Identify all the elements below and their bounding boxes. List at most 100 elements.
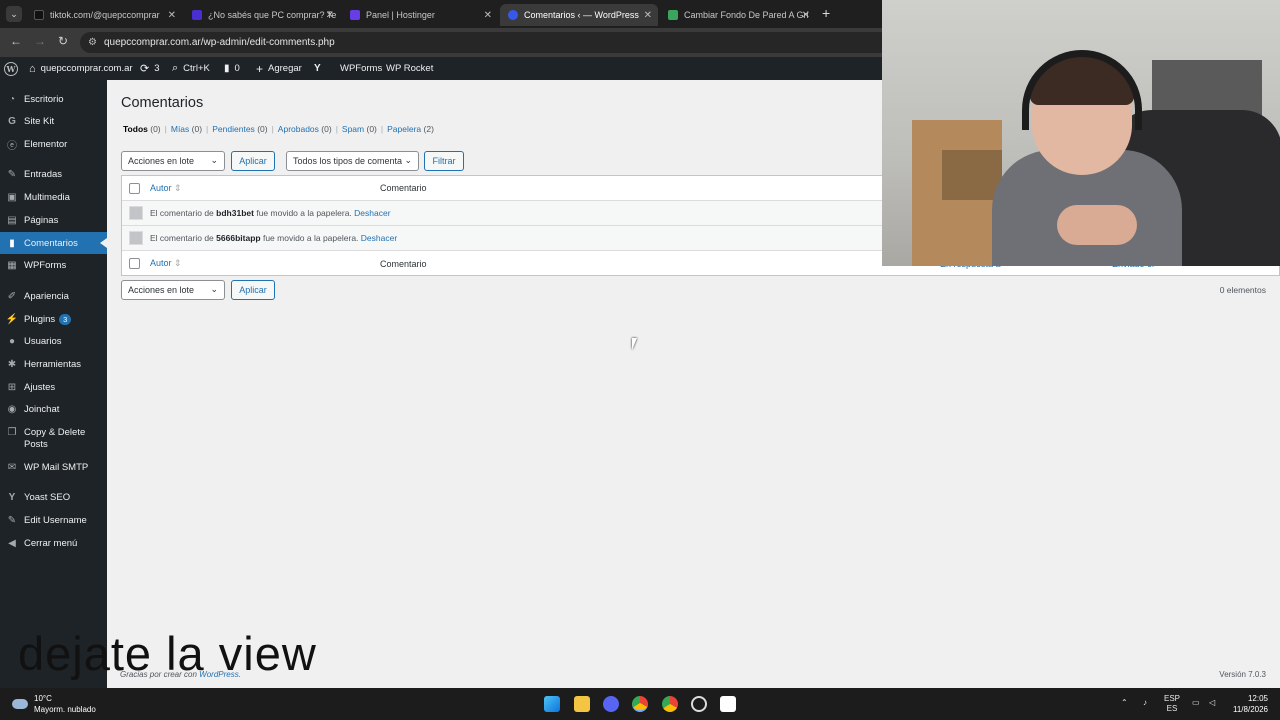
sidebar-item-label: Edit Username [24,514,87,526]
chrome-profile-icon[interactable] [662,696,678,712]
filter-todos[interactable]: Todos (0) [123,124,161,134]
filter-button[interactable]: Filtrar [424,151,464,171]
bulk-action-select-bottom[interactable]: Acciones en lote ⌄ [121,280,225,300]
wpforms-menu[interactable]: WPForms [340,57,382,80]
close-icon[interactable]: ✕ [644,10,652,21]
windows-start-icon[interactable] [544,696,560,712]
tab-hostinger[interactable]: Panel | Hostinger ✕ [342,4,498,26]
tab-search-button[interactable]: ⌄ [6,6,22,22]
tab-quiz[interactable]: ¿No sabés que PC comprar? Te ✕ [184,4,340,26]
wrench-icon: ✱ [7,358,17,370]
tab-label: Panel | Hostinger [366,10,435,20]
hostinger-icon [350,10,360,20]
column-author-sort-bottom[interactable]: Autor ⇕ [150,258,182,269]
sidebar-item-wpmailsmtp[interactable]: ✉ WP Mail SMTP [0,456,107,478]
command-search[interactable]: ⌕ Ctrl+K [172,57,210,80]
filter-label: Spam [341,124,365,134]
sidebar-item-multimedia[interactable]: ▣ Multimedia [0,186,107,208]
undo-link[interactable]: Deshacer [354,208,390,218]
sidebar-item-elementor[interactable]: ⓔ Elementor [0,133,107,155]
chevron-down-icon: ⌄ [210,155,218,165]
site-icon [192,10,202,20]
forward-arrow-icon[interactable]: → [34,34,46,48]
sidebar-item-joinchat[interactable]: ◉ Joinchat [0,398,107,420]
items-count: 0 elementos [1219,285,1266,295]
headset-icon [1022,50,1142,130]
filter-papelera[interactable]: Papelera (2) [387,124,434,134]
app-icon[interactable] [691,696,707,712]
discord-icon[interactable] [603,696,619,712]
updates-icon: ⟳ [140,63,150,75]
new-tab-button[interactable]: + [822,5,830,21]
network-icon[interactable]: ▭ [1192,698,1200,708]
comment-author: 5666bitapp [216,233,261,243]
lang-primary: ESP [1164,694,1181,703]
page-title: Comentarios [121,95,204,111]
comment-author: bdh31bet [216,208,254,218]
sidebar-item-wpforms[interactable]: ▦ WPForms [0,254,107,276]
close-icon[interactable]: ✕ [484,10,492,21]
column-author-sort[interactable]: Autor ⇕ [150,183,182,194]
sidebar-item-entradas[interactable]: ✎ Entradas [0,163,107,185]
admin-sidebar: ◔ Escritorio G Site Kit ⓔ Elementor ✎ Entrad… [0,80,107,688]
filter-count: (2) [423,124,434,134]
close-icon[interactable]: ✕ [168,10,176,21]
apply-button-top[interactable]: Aplicar [231,151,275,171]
apply-button-bottom[interactable]: Aplicar [231,280,275,300]
filter-spam[interactable]: Spam (0) [342,124,377,134]
sidebar-item-label: Yoast SEO [24,491,71,503]
file-explorer-icon[interactable] [574,696,590,712]
tab-wordpress-comments[interactable]: Comentarios ‹ — WordPress ✕ [500,4,658,26]
capcut-icon[interactable] [720,696,736,712]
sidebar-item-edit-username[interactable]: ✎ Edit Username [0,509,107,531]
sidebar-item-sitekit[interactable]: G Site Kit [0,110,107,132]
sidebar-item-ajustes[interactable]: ⊞ Ajustes [0,376,107,398]
sidebar-item-herramientas[interactable]: ✱ Herramientas [0,353,107,375]
filter-mias[interactable]: Mías (0) [171,124,202,134]
language-indicator[interactable]: ESP ES [1164,694,1180,714]
site-name-link[interactable]: ⌂ quepccomprar.com.ar [29,57,133,80]
sidebar-item-paginas[interactable]: ▤ Páginas [0,209,107,231]
yoast-menu[interactable]: Y [314,57,321,80]
clock[interactable]: 12:05 11/8/2026 [1233,693,1268,715]
sidebar-item-comentarios[interactable]: ▮ Comentarios [0,232,107,254]
close-icon[interactable]: ✕ [326,10,334,21]
cloud-icon [12,699,28,709]
sidebar-item-yoast[interactable]: Y Yoast SEO [0,486,107,508]
bulk-action-select-top[interactable]: Acciones en lote ⌄ [121,151,225,171]
filter-count: (0) [366,124,377,134]
chevron-down-icon: ⌄ [210,284,218,294]
select-all-checkbox[interactable] [129,182,140,194]
volume-icon[interactable]: ◁ [1209,698,1215,708]
add-new-menu[interactable]: + Agregar [256,57,302,80]
wp-logo-menu[interactable]: W [4,57,18,80]
sidebar-item-apariencia[interactable]: ✐ Apariencia [0,285,107,307]
tab-tiktok[interactable]: tiktok.com/@quepccomprar ✕ [26,4,182,26]
site-info-icon[interactable]: ⚙ [88,32,97,53]
comments-link[interactable]: ▮ 0 [224,57,240,80]
sidebar-item-escritorio[interactable]: ◔ Escritorio [0,88,107,110]
weather-widget[interactable]: 10°C Mayorm. nublado [12,693,96,715]
wprocket-menu[interactable]: WP Rocket [386,57,433,80]
sidebar-item-usuarios[interactable]: ● Usuarios [0,330,107,352]
back-arrow-icon[interactable]: ← [10,34,22,48]
brush-icon: ✐ [7,290,17,302]
tray-chevron-icon[interactable]: ⌃ [1121,698,1128,708]
sidebar-item-plugins[interactable]: ⚡ Plugins 3 [0,308,107,330]
updates-link[interactable]: ⟳ 3 [140,57,160,80]
tab-label: tiktok.com/@quepccomprar [50,10,160,20]
sidebar-item-label: Joinchat [24,403,60,415]
select-all-checkbox-bottom[interactable] [129,258,140,269]
filter-aprobados[interactable]: Aprobados (0) [278,124,332,134]
mic-icon[interactable]: ♪ [1143,698,1147,708]
reload-icon[interactable]: ↻ [58,34,68,48]
undo-link[interactable]: Deshacer [361,233,397,243]
sidebar-collapse-menu[interactable]: ◀ Cerrar menú [0,532,107,554]
filter-pendientes[interactable]: Pendientes (0) [212,124,267,134]
chrome-icon[interactable] [632,696,648,712]
comment-type-select[interactable]: Todos los tipos de comenta ⌄ [286,151,419,171]
sidebar-item-label: Páginas [24,214,59,226]
sidebar-item-copy-delete[interactable]: ❐ Copy & Delete Posts [0,423,107,451]
tab-wallpaper[interactable]: Cambiar Fondo De Pared A Gri ✕ [660,4,816,26]
close-icon[interactable]: ✕ [802,10,810,21]
